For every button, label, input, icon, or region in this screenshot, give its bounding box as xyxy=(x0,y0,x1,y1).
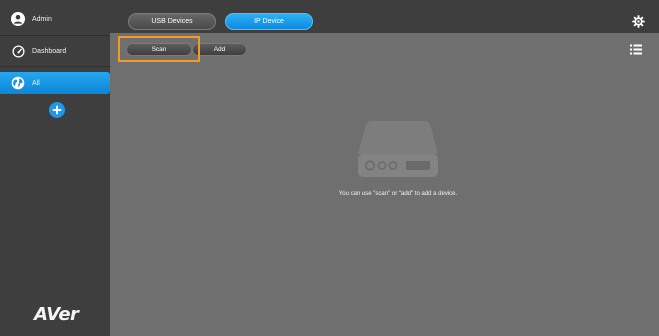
gear-icon[interactable] xyxy=(632,15,645,28)
sidebar-item-label: All xyxy=(32,79,40,87)
globe-icon xyxy=(11,76,25,90)
tab-ip-device[interactable]: IP Device xyxy=(225,13,313,30)
user-name: Admin xyxy=(32,15,52,23)
dashboard-gauge-icon xyxy=(11,44,25,58)
sidebar-item-label: Dashboard xyxy=(32,47,67,55)
list-view-icon[interactable] xyxy=(630,44,642,55)
empty-state-message: You can use "scan" or "add" to add a dev… xyxy=(338,191,458,197)
scan-button[interactable]: Scan xyxy=(126,43,192,56)
plus-circle-icon xyxy=(52,105,62,115)
tab-usb-devices[interactable]: USB Devices xyxy=(128,13,216,30)
sidebar: Admin Dashboard All AVer xyxy=(0,0,110,336)
top-bar: USB Devices IP Device xyxy=(110,0,659,33)
aver-logo: AVer xyxy=(34,304,79,325)
sidebar-item-all[interactable]: All xyxy=(0,72,110,94)
user-account[interactable]: Admin xyxy=(0,8,110,30)
app-window: Admin Dashboard All AVer USB Devices IP … xyxy=(0,0,659,336)
divider xyxy=(0,35,110,36)
add-group-button[interactable] xyxy=(49,102,65,118)
device-icon xyxy=(358,121,438,177)
divider xyxy=(0,66,110,67)
user-icon xyxy=(11,12,25,26)
sidebar-item-dashboard[interactable]: Dashboard xyxy=(0,42,110,60)
add-device-button[interactable]: Add xyxy=(192,43,247,56)
